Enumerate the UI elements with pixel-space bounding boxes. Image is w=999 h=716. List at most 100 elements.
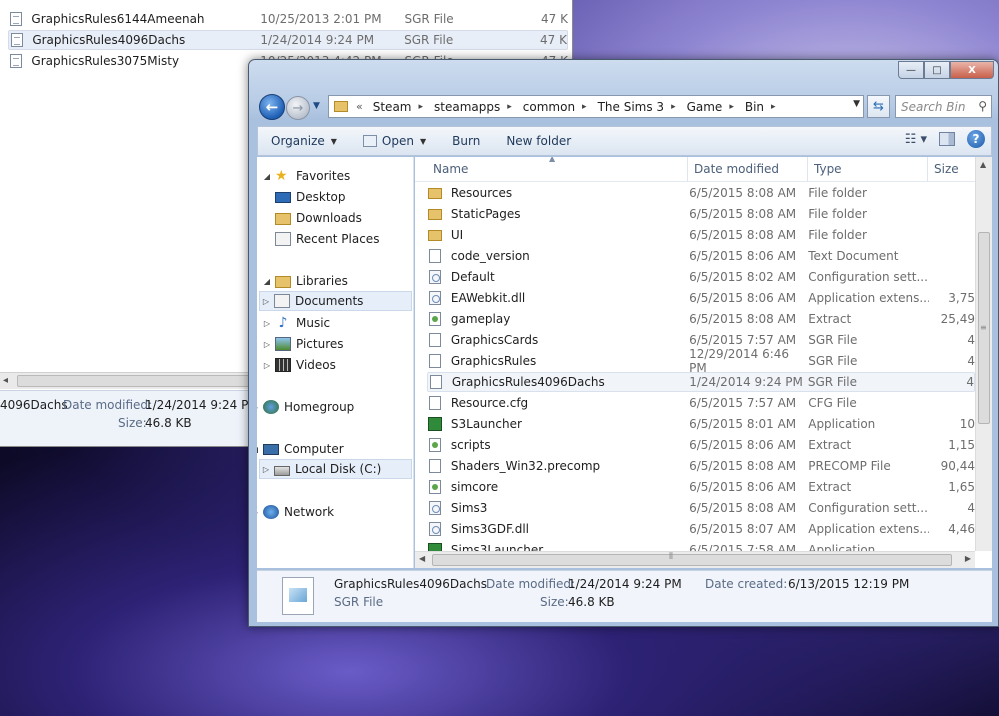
nav-libraries[interactable]: ◢ Libraries [261, 271, 348, 291]
chevron-right-icon[interactable]: ▸ [771, 102, 776, 112]
chevron-right-icon[interactable]: ▸ [418, 102, 423, 112]
search-input[interactable]: Search Bin ⚲ [895, 95, 992, 118]
text-file-icon [428, 374, 444, 390]
chevron-right-icon[interactable]: ▸ [729, 102, 734, 112]
nav-favorites[interactable]: ◢ ★ Favorites [261, 166, 350, 186]
close-button[interactable]: X [950, 61, 994, 79]
file-row[interactable]: gameplay 6/5/2015 8:08 AM Extract 25,49 [427, 309, 975, 329]
file-row[interactable]: Default 6/5/2015 8:02 AM Configuration set… [427, 267, 975, 287]
file-row[interactable]: Sims3 6/5/2015 8:08 AM Configuration sett.… [427, 498, 975, 518]
details-size-label: Size: [540, 595, 569, 609]
file-row[interactable]: scripts 6/5/2015 8:06 AM Extract 1,15 [427, 435, 975, 455]
expand-arrow-icon: ▷ [263, 318, 271, 328]
refresh-icon: ⇆ [873, 99, 884, 114]
navigation-bar: ← → ▼ « Steam ▸ steamapps ▸ common ▸ The Si… [257, 93, 992, 121]
breadcrumb-steam[interactable]: Steam ▸ [371, 100, 432, 114]
nav-recent-places[interactable]: Recent Places [273, 229, 379, 249]
scroll-grip-icon: ≡ [980, 323, 987, 332]
scroll-right-icon[interactable]: ▶ [965, 554, 971, 563]
nav-pictures[interactable]: ▷ Pictures [261, 334, 344, 354]
breadcrumb-bin[interactable]: Bin ▸ [743, 100, 785, 114]
forward-button[interactable]: → [286, 96, 310, 120]
maximize-button[interactable]: □ [924, 61, 950, 79]
back-file-date: 10/25/2013 2:01 PM [260, 12, 382, 26]
file-row[interactable]: GraphicsRules 12/29/2014 6:46 PM SGR File 4 [427, 347, 975, 375]
chevron-right-icon[interactable]: ▸ [671, 102, 676, 112]
nav-homegroup[interactable]: ▷Homegroup [257, 397, 354, 417]
expand-arrow-icon: ▷ [263, 339, 271, 349]
details-file-type: SGR File [334, 595, 384, 609]
change-view-icon[interactable]: ☷ ▾ [905, 132, 927, 147]
scroll-left-icon[interactable]: ◂ [3, 375, 8, 386]
nav-music[interactable]: ▷ ♪ Music [261, 313, 330, 333]
file-row[interactable]: StaticPages 6/5/2015 8:08 AM File folder [427, 204, 975, 224]
organize-button[interactable]: Organize ▼ [258, 134, 350, 148]
address-overflow[interactable]: « [356, 100, 363, 113]
toolbar-right-group: ☷ ▾ ? [905, 130, 985, 148]
nav-local-disk[interactable]: ▷ Local Disk (C:) [259, 459, 412, 479]
text-file-icon [427, 332, 443, 348]
extract-file-icon [427, 437, 443, 453]
address-dropdown-icon[interactable]: ▼ [853, 99, 860, 109]
nav-downloads[interactable]: Downloads [273, 208, 362, 228]
back-file-row[interactable]: GraphicsRules4096Dachs 1/24/2014 9:24 PM… [8, 30, 568, 50]
chevron-right-icon[interactable]: ▸ [507, 102, 512, 112]
file-row[interactable]: EAWebkit.dll 6/5/2015 8:06 AM Application … [427, 288, 975, 308]
downloads-folder-icon [275, 212, 291, 225]
scroll-left-icon[interactable]: ◀ [419, 554, 425, 563]
breadcrumb-common[interactable]: common ▸ [521, 100, 596, 114]
file-row[interactable]: simcore 6/5/2015 8:06 AM Extract 1,65 [427, 477, 975, 497]
preview-pane-icon[interactable] [939, 132, 955, 146]
nav-desktop[interactable]: Desktop [273, 187, 346, 207]
horizontal-scrollbar[interactable]: ◀ ⦀ ▶ [415, 551, 975, 568]
back-file-row[interactable]: GraphicsRules6144Ameenah 10/25/2013 2:01… [8, 9, 568, 29]
app-icon [427, 416, 443, 432]
file-row[interactable]: Resource.cfg 6/5/2015 7:57 AM CFG File [427, 393, 975, 413]
chevron-right-icon[interactable]: ▸ [582, 102, 587, 112]
file-row[interactable]: Shaders_Win32.precomp 6/5/2015 8:08 AM PRE… [427, 456, 975, 476]
breadcrumb-the-sims-3[interactable]: The Sims 3 ▸ [596, 100, 685, 114]
explorer-window[interactable]: — □ X ← → ▼ « Steam ▸ steamapps ▸ common ▸ … [248, 59, 999, 627]
scroll-up-icon[interactable]: ▲ [980, 160, 986, 169]
recent-places-icon [275, 232, 291, 246]
search-icon[interactable]: ⚲ [978, 99, 987, 113]
column-header-size[interactable]: Size [934, 162, 959, 176]
open-button[interactable]: Open ▼ [350, 134, 439, 148]
file-row-selected[interactable]: GraphicsRules4096Dachs 1/24/2014 9:24 PM S… [427, 372, 975, 392]
file-row[interactable]: code_version 6/5/2015 8:06 AM Text Documen… [427, 246, 975, 266]
file-row[interactable]: Sims3GDF.dll 6/5/2015 8:07 AM Application … [427, 519, 975, 539]
vertical-scrollbar[interactable]: ▲ ≡ [975, 157, 992, 551]
back-details-size-value: 46.8 KB [145, 416, 192, 430]
file-row[interactable]: S3Launcher 6/5/2015 8:01 AM Application 10 [427, 414, 975, 434]
nav-documents[interactable]: ▷ Documents [259, 291, 412, 311]
back-file-type: SGR File [404, 12, 454, 26]
file-list: ▲ Name Date modified Type Size Resources… [415, 157, 992, 568]
recent-locations-dropdown-icon[interactable]: ▼ [313, 101, 320, 111]
help-icon[interactable]: ? [967, 130, 985, 148]
horizontal-scroll-thumb[interactable] [432, 554, 952, 566]
back-button[interactable]: ← [259, 94, 285, 120]
sort-ascending-icon: ▲ [549, 157, 556, 163]
nav-computer[interactable]: ◢Computer [257, 439, 344, 459]
new-folder-button[interactable]: New folder [493, 134, 584, 148]
file-row[interactable]: Resources 6/5/2015 8:08 AM File folder [427, 183, 975, 203]
back-file-size: 47 K [541, 12, 568, 26]
burn-button[interactable]: Burn [439, 134, 493, 148]
config-file-icon [427, 290, 443, 306]
file-icon [9, 32, 24, 48]
open-icon [362, 135, 377, 147]
breadcrumb-steamapps[interactable]: steamapps ▸ [432, 100, 521, 114]
column-header-date[interactable]: Date modified [694, 162, 779, 176]
back-details-modified-label: Date modified: [63, 398, 153, 412]
refresh-button[interactable]: ⇆ [867, 95, 890, 118]
nav-videos[interactable]: ▷ Videos [261, 355, 336, 375]
address-bar[interactable]: « Steam ▸ steamapps ▸ common ▸ The Sims 3 ▸ … [328, 95, 864, 118]
minimize-button[interactable]: — [898, 61, 924, 79]
extract-file-icon [427, 311, 443, 327]
back-details-name: 4096Dachs [0, 398, 68, 412]
breadcrumb-game[interactable]: Game ▸ [685, 100, 743, 114]
column-header-name[interactable]: Name [433, 162, 468, 176]
file-row[interactable]: UI 6/5/2015 8:08 AM File folder [427, 225, 975, 245]
nav-network[interactable]: ▷Network [257, 502, 334, 522]
column-header-type[interactable]: Type [814, 162, 842, 176]
